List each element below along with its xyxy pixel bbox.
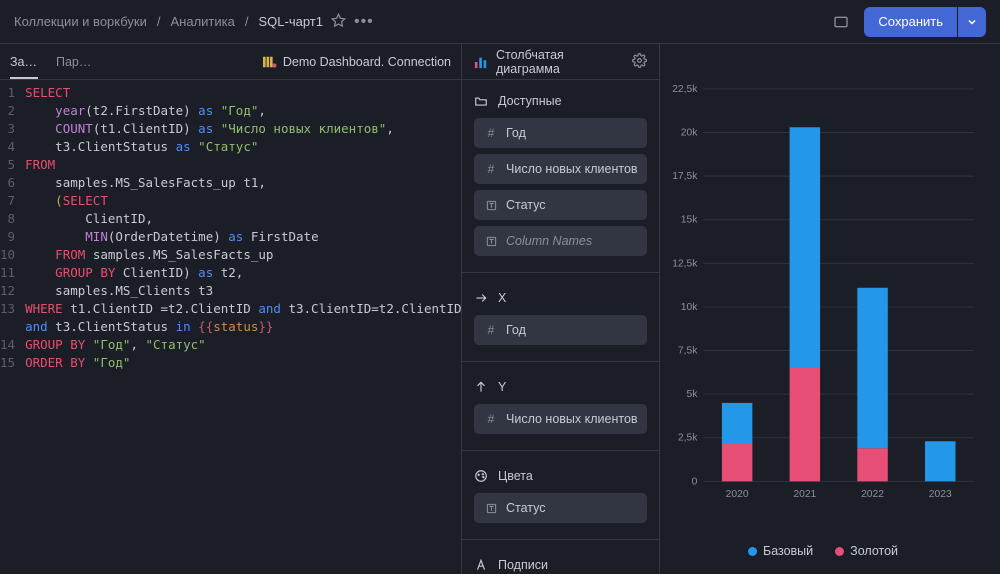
- hash-icon: #: [484, 412, 498, 426]
- svg-text:2021: 2021: [793, 489, 816, 500]
- section-y: Y #Число новых клиентов: [462, 366, 659, 446]
- chart-legend: Базовый Золотой: [666, 530, 980, 564]
- field-chip-columns[interactable]: Column Names: [474, 226, 647, 256]
- tab-params[interactable]: Параметры: [56, 55, 96, 69]
- svg-text:17,5k: 17,5k: [672, 171, 698, 182]
- layout-icon[interactable]: [826, 7, 856, 37]
- connection-selector[interactable]: Demo Dashboard. Connection: [263, 55, 451, 69]
- tab-query[interactable]: Запрос: [10, 55, 38, 79]
- svg-text:20k: 20k: [681, 127, 698, 138]
- section-title: Доступные: [498, 94, 562, 108]
- chart-panel: 0 2,5k 5k 7,5k 10k 12,5k 15k 17,5k 20k 22,5k 2020 2…: [660, 44, 1000, 574]
- section-x: X #Год: [462, 277, 659, 357]
- svg-text:10k: 10k: [681, 302, 698, 313]
- section-title: Y: [498, 380, 506, 394]
- legend-item[interactable]: Золотой: [835, 544, 898, 558]
- breadcrumb-sep: /: [245, 14, 249, 29]
- connection-icon: [263, 55, 277, 69]
- font-icon: [474, 558, 488, 572]
- section-available: Доступные #Год #Число новых клиентов Ста…: [462, 80, 659, 268]
- chart-type-label: Столбчатая диаграмма: [496, 48, 624, 76]
- more-icon[interactable]: •••: [354, 13, 374, 31]
- arrow-up-icon: [474, 380, 488, 394]
- svg-text:2,5k: 2,5k: [678, 433, 698, 444]
- breadcrumb-sep: /: [157, 14, 161, 29]
- text-icon: [484, 236, 498, 247]
- save-button[interactable]: Сохранить: [864, 7, 957, 37]
- svg-text:0: 0: [692, 476, 698, 487]
- field-chip[interactable]: #Число новых клиентов: [474, 404, 647, 434]
- field-chip[interactable]: Статус: [474, 190, 647, 220]
- hash-icon: #: [484, 162, 498, 176]
- chart-plot[interactable]: 0 2,5k 5k 7,5k 10k 12,5k 15k 17,5k 20k 22,5k 2020 2…: [666, 54, 980, 530]
- field-chip[interactable]: #Год: [474, 118, 647, 148]
- section-colors: Цвета Статус: [462, 455, 659, 535]
- palette-icon: [474, 469, 488, 483]
- svg-text:7,5k: 7,5k: [678, 345, 698, 356]
- hash-icon: #: [484, 126, 498, 140]
- legend-item[interactable]: Базовый: [748, 544, 813, 558]
- header: Коллекции и воркбуки / Аналитика / SQL-ч…: [0, 0, 1000, 44]
- legend-swatch: [835, 547, 844, 556]
- editor-panel: Запрос Параметры Demo Dashboard. Connect…: [0, 44, 462, 574]
- line-gutter: 123456789101112131415: [0, 84, 25, 574]
- svg-text:15k: 15k: [681, 215, 698, 226]
- section-title: Подписи: [498, 558, 548, 572]
- legend-swatch: [748, 547, 757, 556]
- text-icon: [484, 503, 498, 514]
- hash-icon: #: [484, 323, 498, 337]
- svg-text:12,5k: 12,5k: [672, 258, 698, 269]
- save-dropdown[interactable]: [958, 7, 986, 37]
- text-icon: [484, 200, 498, 211]
- svg-text:2020: 2020: [726, 489, 749, 500]
- breadcrumb[interactable]: Аналитика: [171, 14, 235, 29]
- chart-type-selector[interactable]: Столбчатая диаграмма: [462, 44, 659, 80]
- field-chip[interactable]: #Число новых клиентов: [474, 154, 647, 184]
- bar-chart-icon: [474, 55, 488, 69]
- connection-label: Demo Dashboard. Connection: [283, 55, 451, 69]
- sql-editor[interactable]: 123456789101112131415 SELECT year(t2.Fir…: [0, 80, 461, 574]
- sql-body[interactable]: SELECT year(t2.FirstDate) as "Год", COUN…: [25, 84, 461, 574]
- breadcrumb[interactable]: SQL-чарт1: [258, 14, 322, 29]
- svg-text:22,5k: 22,5k: [672, 84, 698, 95]
- section-title: Цвета: [498, 469, 533, 483]
- field-chip[interactable]: Статус: [474, 493, 647, 523]
- svg-text:2023: 2023: [929, 489, 952, 500]
- field-chip[interactable]: #Год: [474, 315, 647, 345]
- folder-icon: [474, 94, 488, 108]
- section-title: X: [498, 291, 506, 305]
- editor-tabs: Запрос Параметры Demo Dashboard. Connect…: [0, 44, 461, 80]
- svg-text:2022: 2022: [861, 489, 884, 500]
- svg-text:5k: 5k: [687, 389, 699, 400]
- config-panel: Столбчатая диаграмма Доступные #Год #Чис…: [462, 44, 660, 574]
- star-icon[interactable]: [331, 13, 346, 31]
- arrow-right-icon: [474, 291, 488, 305]
- breadcrumb[interactable]: Коллекции и воркбуки: [14, 14, 147, 29]
- section-labels: Подписи: [462, 544, 659, 574]
- gear-icon[interactable]: [632, 53, 647, 71]
